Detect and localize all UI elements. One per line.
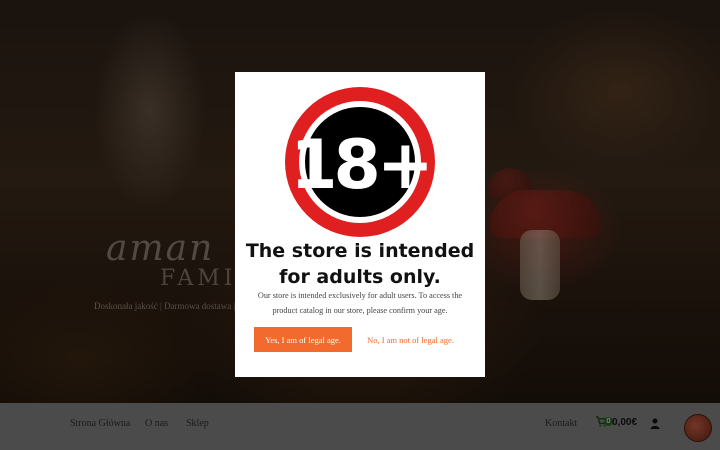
badge-text: 18+ (290, 126, 430, 205)
modal-title-line2: for adults only. (279, 266, 441, 288)
modal-title-line1: The store is intended (245, 240, 475, 262)
modal-description: Our store is intended exclusively for ad… (257, 291, 463, 315)
confirm-age-button[interactable]: Yes, I am of legal age. (254, 327, 352, 352)
deny-age-button[interactable]: No, I am not of legal age. (363, 327, 458, 352)
modal-title: The store is intended for adults only. (235, 238, 485, 290)
age-18-badge-icon: 18+ (285, 87, 435, 237)
age-verification-modal: 18+ The store is intended for adults onl… (235, 72, 485, 377)
